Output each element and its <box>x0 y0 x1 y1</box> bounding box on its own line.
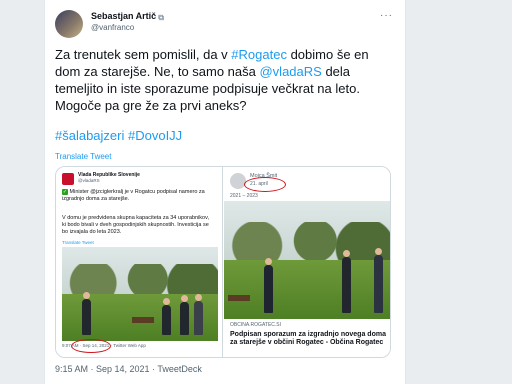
photo-person <box>374 248 383 313</box>
photo-grass <box>224 260 390 319</box>
translate-tweet-link[interactable]: Translate Tweet <box>55 152 111 161</box>
hashtag-rogatec-link[interactable]: #Rogatec <box>231 47 287 62</box>
embedded-text-1-content: Minister @jzciglerkralj je v Rogatcu pod… <box>62 189 205 202</box>
embedded-photo-article <box>224 201 390 319</box>
embedded-tweet-screenshot: Vlada Republike Slovenije @vladaRS ✓ Min… <box>56 167 223 357</box>
government-logo-icon <box>62 173 74 185</box>
photo-person <box>264 258 273 313</box>
photo-person-head <box>375 248 382 255</box>
photo-person-head <box>265 258 272 265</box>
photo-person-head <box>195 294 202 301</box>
red-annotation-circle <box>244 177 286 192</box>
article-title: Podpisan sporazum za izgradnjo novega do… <box>230 331 386 346</box>
embedded-text-2: V domu je predvidena skupna kapaciteta z… <box>62 215 209 235</box>
photo-bench <box>228 295 250 301</box>
author-name[interactable]: Sebastjan Artič ⧉ <box>91 11 167 22</box>
photo-person <box>82 292 91 335</box>
photo-person <box>180 295 189 335</box>
mention-vladars-link[interactable]: @vladaRS <box>259 64 321 79</box>
ellipsis-icon[interactable]: ··· <box>380 10 393 21</box>
author-name-text[interactable]: Sebastjan Artič <box>91 11 156 21</box>
photo-person-head <box>343 250 350 257</box>
embedded-author-avatar <box>230 173 246 189</box>
embedded-article-screenshot: Mojca Šmit 21. april 2021 – 2023 OBCINA.… <box>224 167 390 357</box>
author-handle[interactable]: @vanfranco <box>91 23 134 32</box>
photo-person-head <box>83 292 90 299</box>
photo-person-head <box>181 295 188 302</box>
embedded-years: 2021 – 2023 <box>230 193 258 199</box>
embedded-photo-signing <box>62 247 218 341</box>
checkmark-icon: ✓ <box>62 189 68 195</box>
embedded-text-1: ✓ Minister @jzciglerkralj je v Rogatcu p… <box>62 189 212 203</box>
verified-icon: ⧉ <box>158 13 164 22</box>
embedded-translate-link: Translate Tweet <box>62 240 94 245</box>
photo-person <box>342 250 351 313</box>
red-annotation-circle <box>71 339 111 353</box>
photo-bench <box>132 317 154 323</box>
tweet-text-part: Za trenutek sem pomislil, da v <box>55 47 232 62</box>
hashtags-line[interactable]: #šalabajzeri #DovoIJJ <box>55 128 182 143</box>
article-domain: OBCINA.ROGATEC.SI <box>230 322 282 328</box>
attached-image[interactable]: Vlada Republike Slovenije @vladaRS ✓ Min… <box>55 166 391 358</box>
photo-person <box>162 298 171 335</box>
tweet-text: Za trenutek sem pomislil, da v #Rogatec … <box>55 46 395 114</box>
embedded-author-handle: @vladaRS <box>78 178 100 183</box>
author-avatar[interactable] <box>55 10 83 38</box>
tweet-card: Sebastjan Artič ⧉ @vanfranco ··· Za trenu… <box>44 0 406 384</box>
tweet-timestamp[interactable]: 9:15 AM · Sep 14, 2021 · TweetDeck <box>55 364 202 374</box>
photo-person-head <box>163 298 170 305</box>
photo-person <box>194 294 203 335</box>
